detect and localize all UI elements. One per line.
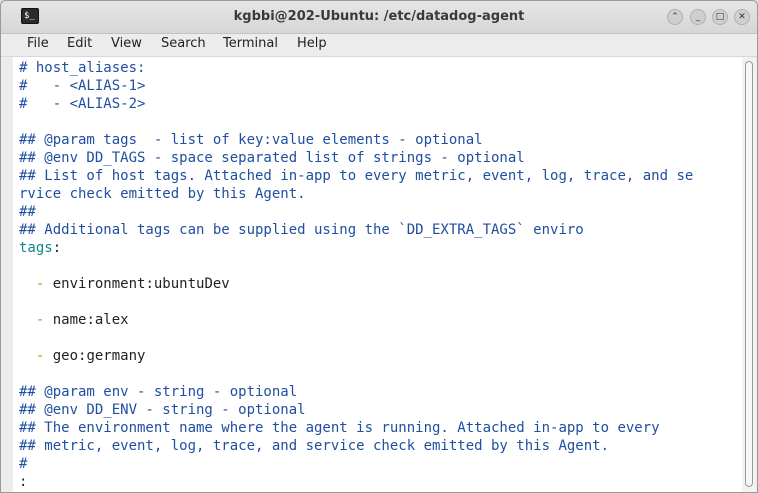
menu-edit[interactable]: Edit [67,36,92,51]
terminal-line: ## [19,203,36,221]
terminal-text-segment: name:alex [44,312,129,328]
terminal-line: - name:alex [19,311,129,329]
close-button[interactable]: ✕ [734,9,750,25]
window-title: kgbbi@202-Ubuntu: /etc/datadog-agent [233,9,525,24]
terminal-text-segment: ## @param tags - list of key:value eleme… [19,132,483,148]
terminal-line: - environment:ubuntuDev [19,275,230,293]
menu-view[interactable]: View [111,36,142,51]
menu-file[interactable]: File [27,36,49,51]
terminal-text-segment: ## metric, event, log, trace, and servic… [19,438,610,454]
vertical-scrollbar[interactable] [742,57,756,492]
terminal-text-segment: : [52,240,62,256]
terminal-line: ## The environment name where the agent … [19,419,660,437]
terminal-line: # - <ALIAS-1> [19,77,145,95]
terminal-line: rvice check emitted by this Agent. [19,185,306,203]
terminal-text-segment: geo:germany [44,348,146,364]
menu-help[interactable]: Help [297,36,327,51]
menu-search[interactable]: Search [161,36,206,51]
terminal-line: ## @param env - string - optional [19,383,297,401]
terminal-output[interactable]: # host_aliases: # - <ALIAS-1> # - <ALIAS-2… [13,57,742,492]
menu-bar: File Edit View Search Terminal Help [1,34,757,57]
terminal-line: ## @param tags - list of key:value eleme… [19,131,483,149]
terminal-line: # host_aliases: [19,59,145,77]
title-bar[interactable]: $_ kgbbi@202-Ubuntu: /etc/datadog-agent … [1,1,757,34]
terminal-text-segment: : [19,474,28,490]
terminal-text-segment: ## The environment name where the agent … [19,420,660,436]
terminal-text-segment: ## @param env - string - optional [19,384,298,400]
terminal-text-segment: ## Additional tags can be supplied using… [19,222,584,238]
terminal-line: ## metric, event, log, trace, and servic… [19,437,609,455]
terminal-text-segment: # [19,456,28,472]
shade-button[interactable]: ⌃ [667,9,683,25]
terminal-text-segment: ## @env DD_TAGS - space separated list o… [19,150,525,166]
terminal-text-segment: ## List of host tags. Attached in-app to… [19,168,694,184]
terminal-line: - geo:germany [19,347,146,365]
terminal-text-segment: # - <ALIAS-2> [19,96,146,112]
terminal-line: ## @env DD_TAGS - space separated list o… [19,149,525,167]
terminal-text-segment: environment:ubuntuDev [44,276,230,292]
scrollbar-thumb[interactable] [745,61,753,487]
terminal-line: tags: [19,239,61,257]
terminal-text-segment: # - <ALIAS-1> [19,78,146,94]
minimize-button[interactable]: _ [690,9,706,25]
maximize-button[interactable]: □ [712,9,728,25]
terminal-text-segment: tags [19,240,53,256]
terminal-text-segment: ## [19,204,36,220]
terminal-text-segment: ## @env DD_ENV - string - optional [19,402,306,418]
menu-terminal[interactable]: Terminal [223,36,278,51]
terminal-window: $_ kgbbi@202-Ubuntu: /etc/datadog-agent … [0,0,758,493]
terminal-text-segment: # host_aliases: [19,60,146,76]
terminal-line: : [19,473,27,491]
terminal-line: ## List of host tags. Attached in-app to… [19,167,693,185]
terminal-line: # - <ALIAS-2> [19,95,145,113]
terminal-text-segment: rvice check emitted by this Agent. [19,186,306,202]
terminal-line: ## @env DD_ENV - string - optional [19,401,306,419]
terminal-line: # [19,455,27,473]
terminal-line: ## Additional tags can be supplied using… [19,221,584,239]
